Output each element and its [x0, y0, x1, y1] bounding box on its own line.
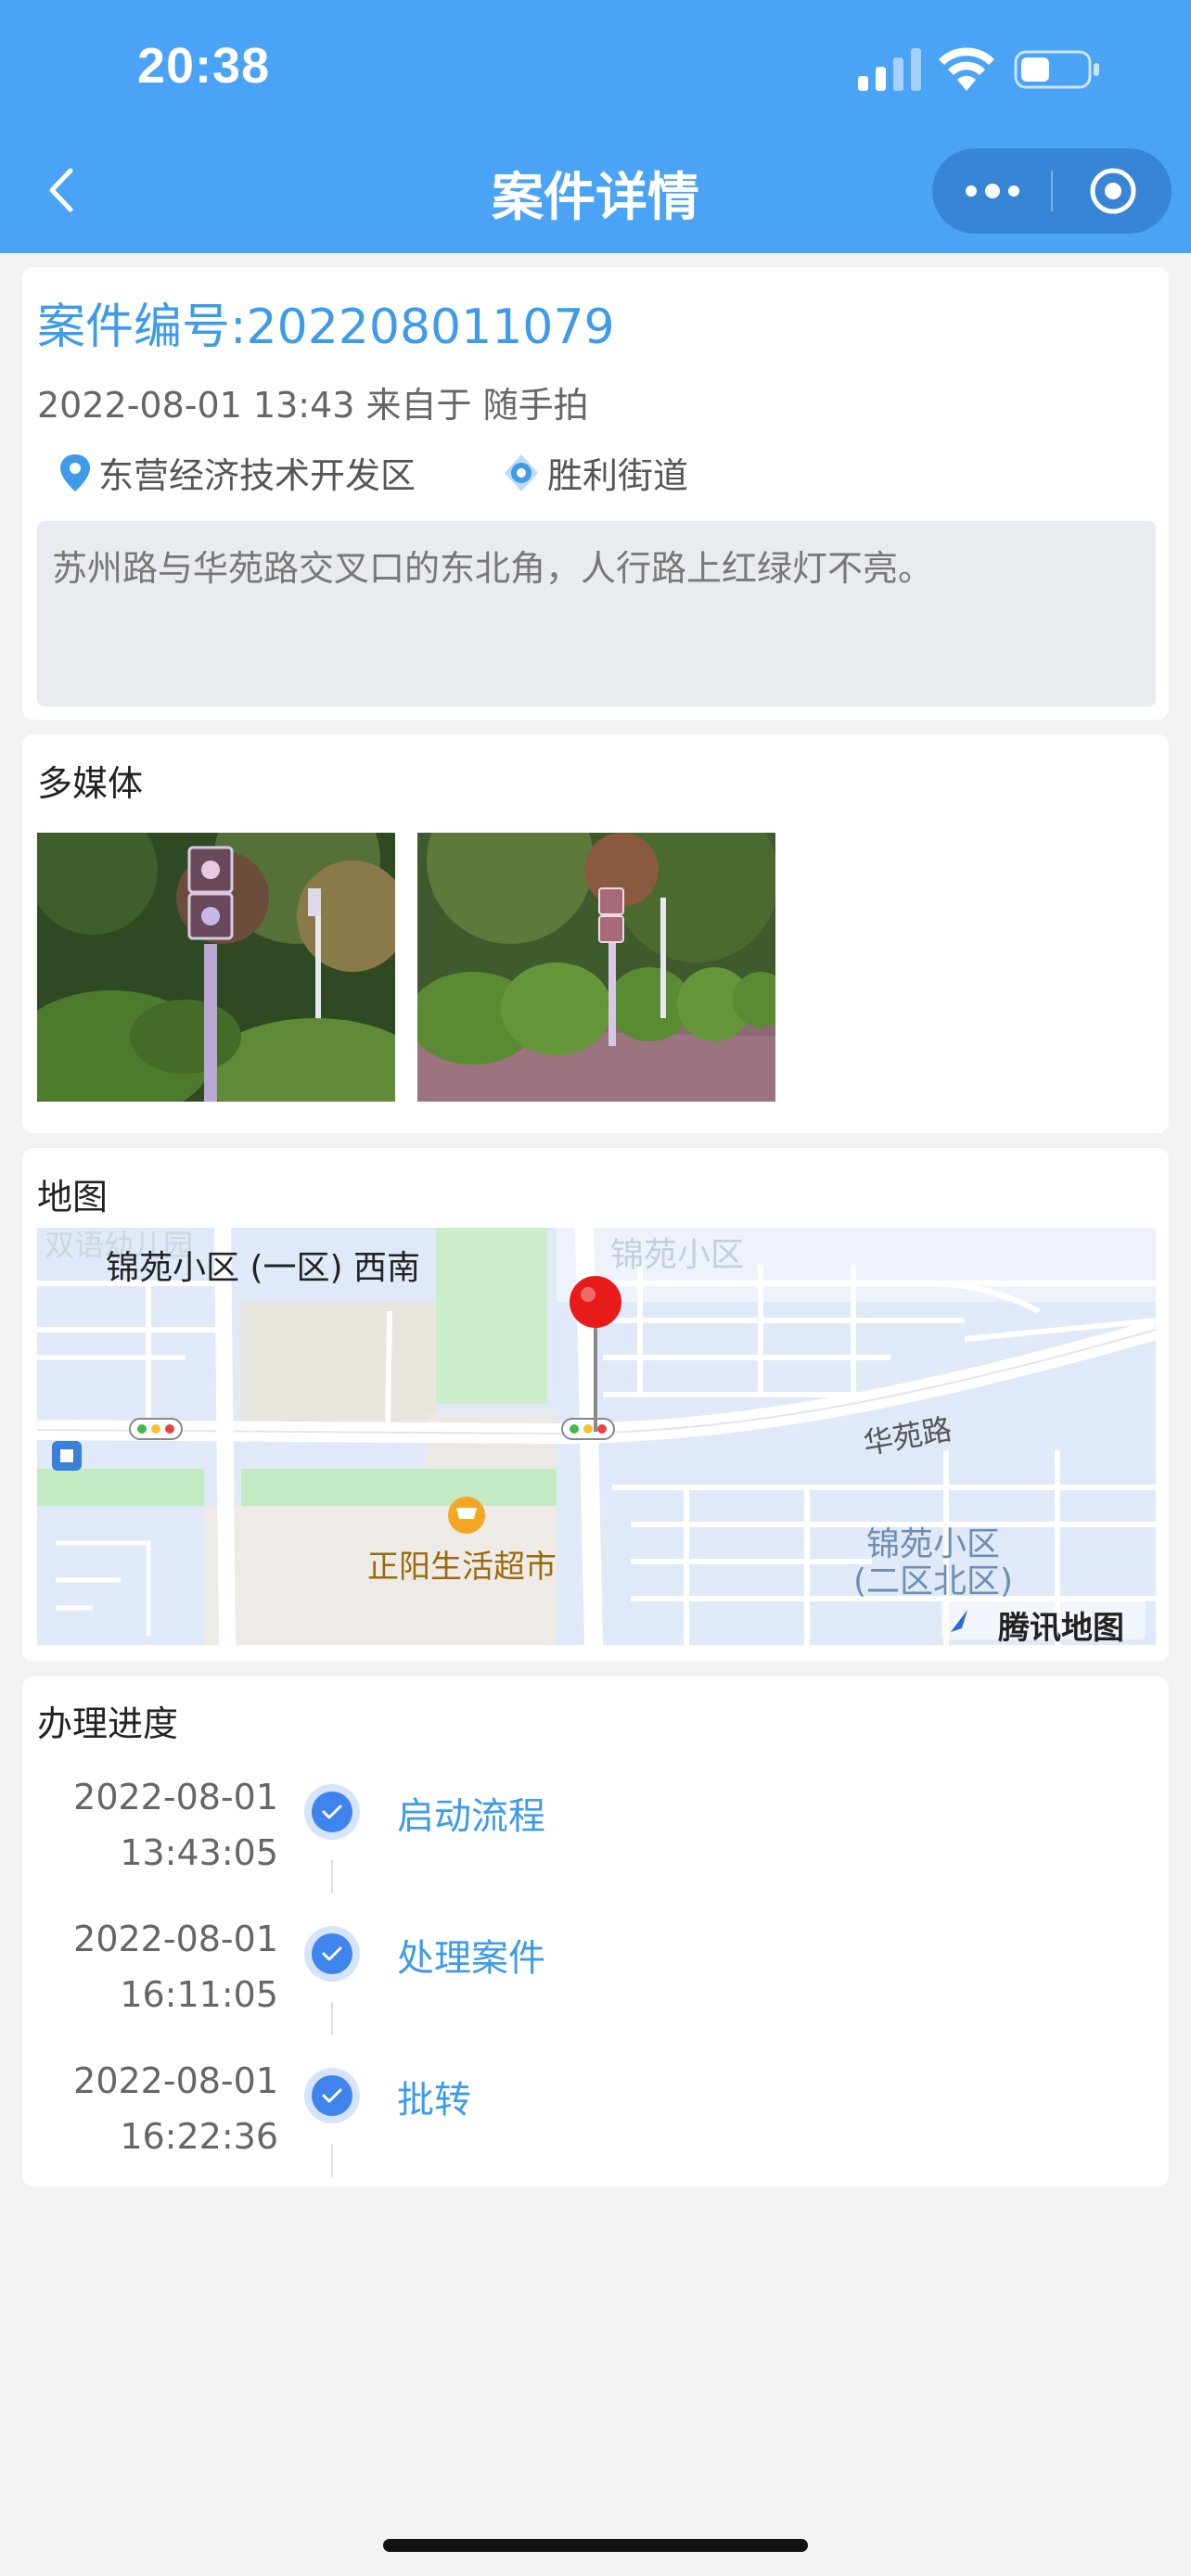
timeline-connector: [331, 2144, 333, 2177]
step-label: 处理案件: [397, 1937, 545, 1980]
check-icon: [304, 2068, 360, 2123]
cellular-signal-icon: [858, 48, 921, 91]
media-title: 多媒体: [37, 763, 144, 804]
mini-program-capsule: [932, 148, 1172, 234]
wifi-icon: [939, 47, 994, 91]
step-label: 批转: [397, 2079, 471, 2122]
traffic-light-icon-2: [561, 1418, 615, 1440]
case-description: 苏州路与华苑路交叉口的东北角，人行路上红绿灯不亮。: [37, 521, 1156, 707]
progress-card: 办理进度 2022-08-01 13:43:05 启动流程 2022-08-01…: [22, 1677, 1169, 2187]
location-pin-icon: [60, 453, 90, 491]
map-label-area-2-sub: (二区北区): [853, 1562, 1014, 1600]
traffic-light-icon-1: [129, 1418, 183, 1440]
case-meta: 2022-08-01 13:43 来自于 随手拍: [37, 385, 589, 426]
status-bar: 20:38: [0, 0, 1191, 139]
progress-title: 办理进度: [37, 1703, 179, 1744]
step-time: 13:43:05: [120, 1832, 278, 1873]
timeline-connector: [331, 2002, 333, 2035]
district-tag: 东营经济技术开发区: [58, 447, 416, 498]
map-card: 地图 双语幼儿园 锦苑小区 (一区) 西南 锦苑小区 华苑路 正阳生活超市 锦苑…: [22, 1148, 1169, 1662]
timeline-step: 2022-08-01 13:43:05 启动流程: [22, 1769, 1169, 1908]
status-time: 20:38: [137, 38, 271, 94]
case-number: 案件编号:202208011079: [37, 300, 615, 355]
close-target-icon[interactable]: [1081, 165, 1146, 217]
home-indicator[interactable]: [383, 2539, 808, 2552]
battery-icon: [1014, 50, 1099, 89]
case-info-card: 案件编号:202208011079 2022-08-01 13:43 来自于 随…: [22, 267, 1169, 720]
capsule-divider: [1051, 171, 1053, 211]
street-label: 胜利街道: [547, 455, 689, 496]
map-view[interactable]: 双语幼儿园 锦苑小区 (一区) 西南 锦苑小区 华苑路 正阳生活超市 锦苑小区 …: [37, 1228, 1156, 1645]
media-photo-2[interactable]: [417, 833, 775, 1102]
step-label: 启动流程: [397, 1795, 545, 1838]
more-dots-icon[interactable]: [960, 167, 1025, 215]
district-label: 东营经济技术开发区: [98, 455, 416, 496]
media-card: 多媒体: [22, 734, 1169, 1133]
step-date: 2022-08-01: [73, 1777, 278, 1817]
app-header: 20:38 案件详情: [0, 0, 1191, 253]
step-date: 2022-08-01: [73, 2060, 278, 2101]
check-icon: [304, 1784, 360, 1840]
street-tag: 胜利街道: [501, 447, 688, 498]
step-time: 16:11:05: [120, 1974, 278, 2015]
step-date: 2022-08-01: [73, 1919, 278, 1959]
timeline-connector: [331, 1860, 333, 1894]
map-label-supermarket: 正阳生活超市: [367, 1549, 557, 1586]
map-label-area-1: 锦苑小区 (一区) 西南: [106, 1249, 420, 1287]
step-time: 16:22:36: [120, 2116, 278, 2157]
street-locate-icon: [505, 453, 538, 491]
media-photo-1[interactable]: [37, 833, 395, 1102]
map-label-area-top: 锦苑小区: [610, 1236, 745, 1274]
timeline-step: 2022-08-01 16:11:05 处理案件: [22, 1911, 1169, 2050]
check-icon: [304, 1926, 360, 1982]
map-brand-label: 腾讯地图: [998, 1610, 1124, 1645]
timeline-step: 2022-08-01 16:22:36 批转: [22, 2053, 1169, 2192]
map-title: 地图: [37, 1177, 109, 1218]
